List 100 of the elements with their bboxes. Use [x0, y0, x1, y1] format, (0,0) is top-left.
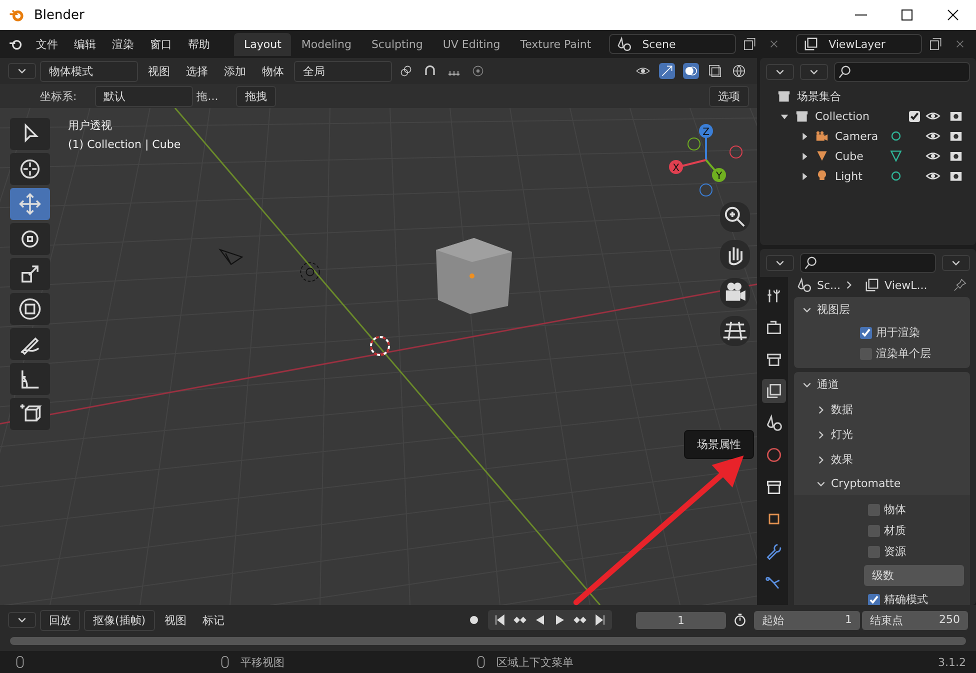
link-icon[interactable] [398, 63, 414, 79]
chevron-icon[interactable] [816, 454, 826, 464]
viewport-info-text: 用户透视 [68, 118, 113, 133]
workspace-tab[interactable]: Modeling [291, 32, 362, 56]
subpanel-title[interactable]: 效果 [831, 452, 853, 467]
xray-icon[interactable] [707, 63, 723, 79]
move-tool-icon[interactable] [10, 188, 50, 220]
filter-button[interactable] [800, 64, 828, 80]
menu-item[interactable]: 标记 [196, 612, 231, 628]
menu-item[interactable]: 帮助 [182, 36, 216, 52]
menu-item[interactable]: 添加 [218, 64, 252, 78]
viewport-info-text: (1) Collection | Cube [68, 138, 181, 151]
display-mode-button[interactable] [766, 64, 794, 80]
workspace-tab[interactable]: Layout [234, 32, 292, 56]
camera-icon[interactable] [720, 278, 750, 308]
expand-arrow-icon[interactable] [800, 132, 809, 140]
globe-icon[interactable] [731, 63, 747, 79]
workspace-tab[interactable]: Sculpting [361, 32, 433, 56]
checkbox[interactable] [868, 504, 880, 516]
menu-item[interactable]: 选择 [180, 64, 214, 78]
caret-icon [17, 615, 27, 625]
options-dropdown-button[interactable] [942, 255, 970, 271]
grid-icon[interactable] [720, 316, 750, 346]
checkbox[interactable] [868, 524, 880, 536]
include-checkbox[interactable] [909, 110, 920, 122]
timeline-scrollbar[interactable] [10, 637, 966, 645]
current-frame-field[interactable]: 1 [636, 612, 726, 628]
menu-item[interactable]: 视图 [158, 612, 193, 628]
gizmo-toggle-icon[interactable] [659, 63, 675, 79]
overlay-toggle-icon[interactable] [683, 63, 699, 79]
checkbox[interactable] [868, 594, 880, 605]
expand-arrow-icon[interactable] [800, 152, 809, 160]
menu-item[interactable]: 物体 [256, 64, 290, 78]
scene-name: Scene [642, 38, 676, 50]
editor-type-button[interactable] [8, 63, 36, 79]
collection-icon [794, 108, 810, 124]
measure-tool-icon[interactable] [10, 363, 50, 395]
status-hint: 区域上下文菜单 [496, 654, 574, 670]
checkbox[interactable] [860, 326, 872, 338]
expand-arrow-icon[interactable] [780, 112, 789, 120]
transform-tool-icon[interactable] [10, 293, 50, 325]
subpanel-title[interactable]: 灯光 [831, 427, 853, 442]
tree-item[interactable]: Light [835, 170, 883, 182]
caret-icon [775, 258, 785, 268]
scene-selector[interactable]: Scene [609, 34, 736, 54]
checkbox-label: 物体 [884, 502, 906, 517]
subpanel-title[interactable]: 数据 [831, 402, 853, 417]
annotate-tool-icon[interactable] [10, 328, 50, 360]
proportional-icon[interactable] [470, 63, 486, 79]
menu-item[interactable]: 文件 [30, 36, 64, 52]
view-layer-tab-icon[interactable] [762, 379, 786, 403]
menu-item[interactable]: 视图 [142, 64, 176, 78]
search-field[interactable] [834, 62, 970, 82]
tree-item[interactable]: Cube [835, 150, 883, 162]
playback-dropdown[interactable]: 回放 [40, 610, 80, 630]
coordinate-label: 坐标系: [40, 88, 77, 104]
menu-item[interactable]: 渲染 [106, 36, 140, 52]
image-stack-icon [802, 36, 819, 52]
chevron-icon[interactable] [816, 404, 826, 414]
menu-item[interactable]: 编辑 [68, 36, 102, 52]
workspace-tab[interactable]: Texture Paint [510, 32, 602, 56]
panel-title[interactable]: 视图层 [817, 302, 850, 317]
pin-icon[interactable] [952, 277, 968, 293]
breadcrumb-item[interactable]: Sc... [817, 278, 841, 292]
drag-dropdown[interactable]: 拖拽 [236, 86, 276, 106]
scene-icon [616, 36, 632, 52]
copy-icon[interactable] [928, 36, 944, 52]
add-cube-tool-icon[interactable] [10, 398, 50, 430]
stopwatch-icon[interactable] [732, 612, 748, 628]
checkbox-label: 精确模式 [884, 592, 928, 605]
breadcrumb-item[interactable]: ViewL... [884, 278, 928, 292]
expand-arrow-icon[interactable] [800, 172, 809, 180]
menu-item[interactable]: 窗口 [144, 36, 178, 52]
tree-item[interactable]: Collection [815, 110, 870, 122]
mode-dropdown[interactable]: 物体模式 [40, 60, 138, 82]
keying-dropdown[interactable]: 抠像(插帧) [84, 610, 155, 630]
options-dropdown[interactable]: 选项 [709, 86, 749, 106]
tree-item[interactable]: 场景集合 [797, 88, 841, 104]
copy-icon[interactable] [742, 36, 758, 52]
coordinate-dropdown[interactable]: 默认 [94, 86, 193, 106]
scale-tool-icon[interactable] [10, 258, 50, 290]
view-layer-selector[interactable]: ViewLayer [796, 34, 922, 54]
editor-type-button[interactable] [766, 255, 794, 271]
zoom-icon[interactable] [720, 202, 750, 232]
subpanel-title[interactable]: Cryptomatte [831, 477, 901, 490]
start-frame-field[interactable]: 起始 1 [754, 610, 860, 630]
chevron-icon[interactable] [816, 430, 826, 440]
workspace-tab[interactable]: UV Editing [432, 32, 510, 56]
levels-field[interactable]: 级数 [864, 565, 964, 586]
panel-title[interactable]: 通道 [817, 377, 839, 392]
orientation-dropdown[interactable]: 全局 [294, 60, 392, 82]
select-tool-icon[interactable] [10, 118, 50, 150]
hand-icon[interactable] [720, 240, 750, 270]
cursor-tool-icon[interactable] [10, 153, 50, 185]
search-icon [803, 255, 819, 271]
checkbox[interactable] [868, 546, 880, 558]
end-frame-field[interactable]: 结束点 250 [862, 610, 968, 630]
editor-type-button[interactable] [8, 612, 36, 628]
search-field[interactable] [800, 253, 936, 273]
tree-item[interactable]: Camera [835, 130, 883, 142]
